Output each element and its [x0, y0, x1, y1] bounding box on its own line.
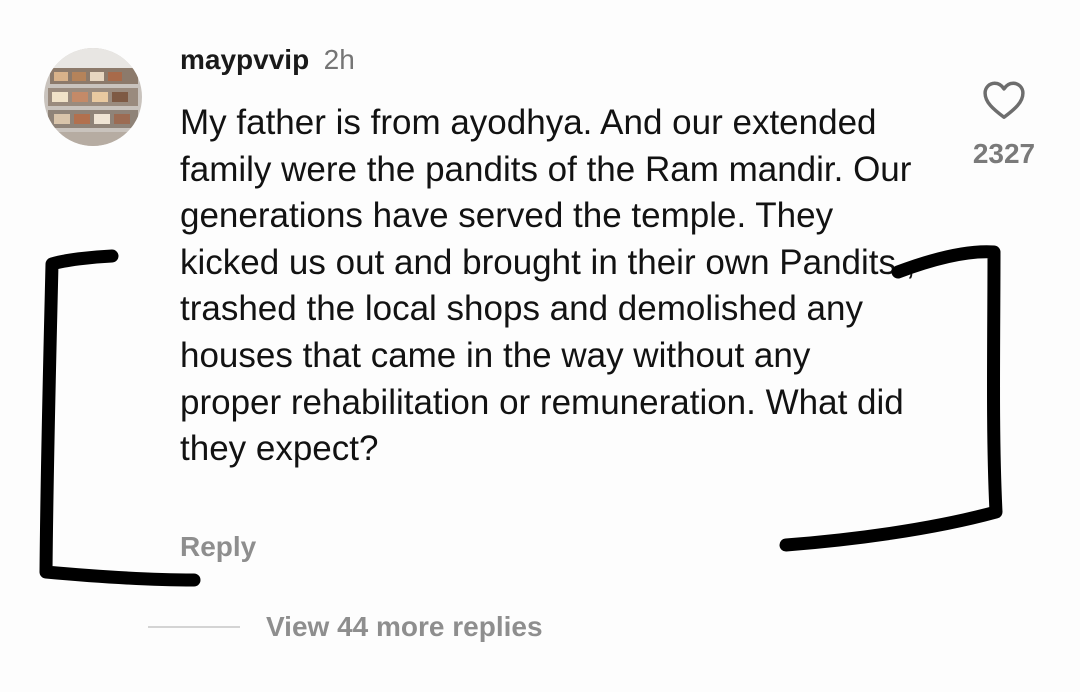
reply-button[interactable]: Reply [180, 531, 256, 563]
left-bracket-mark [39, 249, 201, 587]
replies-divider [148, 626, 240, 628]
view-more-replies-button[interactable]: View 44 more replies [266, 611, 543, 643]
avatar[interactable] [44, 48, 142, 146]
avatar-image [44, 48, 142, 146]
heart-outline-icon[interactable] [982, 80, 1026, 120]
comment-text: My father is from ayodhya. And our exten… [180, 103, 916, 469]
comment-timestamp: 2h [323, 44, 355, 75]
like-column: 2327 [950, 80, 1058, 170]
view-replies-row[interactable]: View 44 more replies [148, 607, 543, 647]
like-count: 2327 [972, 138, 1036, 169]
comment-header: maypvvip 2h [180, 44, 355, 76]
username[interactable]: maypvvip [180, 44, 309, 75]
